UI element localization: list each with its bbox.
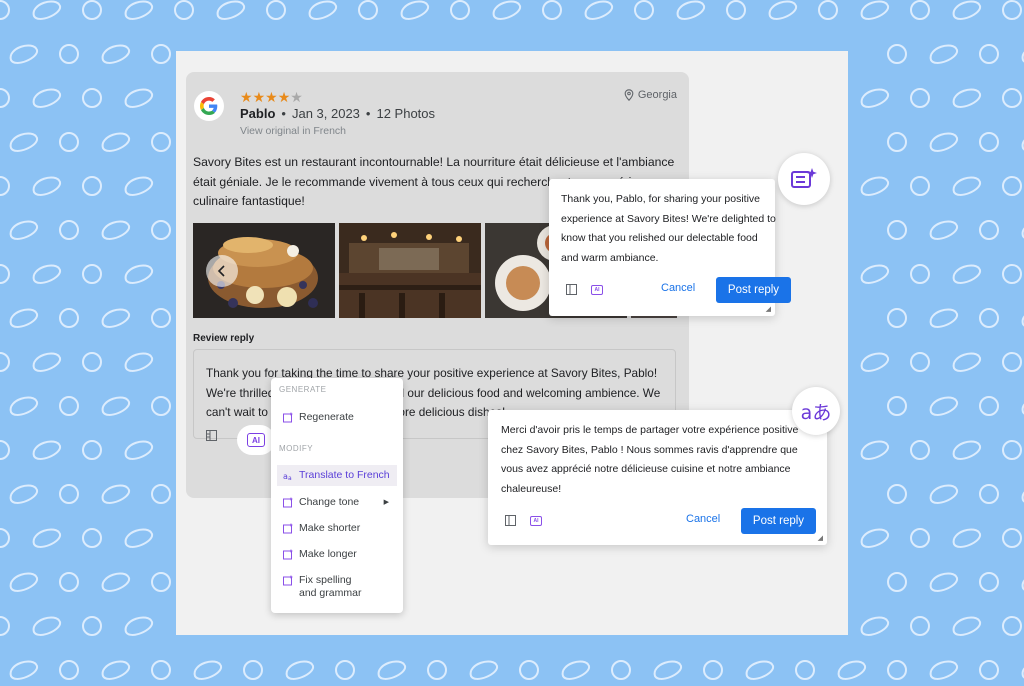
location-label: Georgia bbox=[637, 89, 677, 101]
sparkle-edit-icon bbox=[283, 497, 293, 508]
template-icon[interactable] bbox=[505, 515, 516, 526]
star-filled-icon: ★ bbox=[240, 89, 253, 105]
sparkle-edit-icon bbox=[791, 168, 817, 188]
translate-badge: aあ bbox=[792, 387, 840, 435]
star-filled-icon: ★ bbox=[252, 89, 266, 105]
view-original-link[interactable]: View original in French bbox=[240, 125, 346, 137]
ai-compose-badge bbox=[778, 153, 830, 205]
popup-toolbar: AI bbox=[505, 515, 542, 526]
ai-assist-button[interactable]: AI bbox=[237, 425, 275, 455]
menu-item-make-longer[interactable]: Make longer bbox=[277, 544, 397, 565]
menu-item-label: Regenerate bbox=[299, 411, 354, 423]
reviewer-name: Pablo bbox=[240, 106, 276, 121]
menu-item-change-tone[interactable]: Change tone ▶ bbox=[277, 492, 397, 513]
template-icon[interactable] bbox=[206, 430, 217, 441]
translate-icon: aa bbox=[283, 472, 292, 481]
canvas: ★★★★★ Pablo • Jan 3, 2023 • 12 Photos View o… bbox=[176, 51, 848, 635]
review-location: Georgia bbox=[624, 89, 677, 101]
menu-item-label: Translate to French bbox=[299, 469, 390, 481]
menu-item-label: Change tone bbox=[299, 496, 360, 508]
photo-restaurant-interior[interactable] bbox=[339, 223, 481, 318]
review-meta: Pablo • Jan 3, 2023 • 12 Photos bbox=[240, 106, 436, 121]
photos-count[interactable]: 12 Photos bbox=[376, 106, 435, 121]
star-filled-icon: ★ bbox=[265, 89, 278, 105]
svg-text:a: a bbox=[288, 475, 292, 481]
cancel-button[interactable]: Cancel bbox=[686, 513, 720, 525]
popup-reply-text: Thank you, Pablo, for sharing your posit… bbox=[561, 193, 776, 264]
carousel-prev-button[interactable] bbox=[206, 255, 238, 287]
sparkle-edit-icon bbox=[283, 523, 293, 534]
menu-item-fix-spelling[interactable]: Fix spelling and grammar bbox=[277, 570, 377, 604]
ai-icon[interactable]: AI bbox=[530, 515, 542, 526]
menu-section-modify: MODIFY bbox=[279, 444, 314, 453]
cancel-button[interactable]: Cancel bbox=[661, 282, 695, 294]
menu-item-regenerate[interactable]: Regenerate bbox=[277, 407, 397, 428]
reply-heading: Review reply bbox=[193, 333, 255, 344]
menu-item-label: Make longer bbox=[299, 548, 357, 560]
post-reply-button[interactable]: Post reply bbox=[741, 508, 816, 534]
resize-handle-icon[interactable]: ◢ bbox=[818, 534, 823, 542]
ai-reply-popup-english: Thank you, Pablo, for sharing your posit… bbox=[549, 179, 791, 316]
menu-item-label: Fix spelling and grammar bbox=[299, 574, 362, 599]
review-date: Jan 3, 2023 bbox=[291, 106, 360, 121]
menu-item-translate[interactable]: aa Translate to French bbox=[277, 465, 397, 486]
template-icon[interactable] bbox=[566, 284, 577, 295]
sparkle-edit-icon bbox=[283, 549, 293, 560]
star-rating: ★★★★★ bbox=[240, 89, 303, 106]
star-empty-icon: ★ bbox=[290, 89, 303, 105]
google-logo bbox=[194, 91, 224, 121]
popup-toolbar: AI bbox=[566, 284, 603, 295]
menu-item-make-shorter[interactable]: Make shorter bbox=[277, 518, 397, 539]
post-reply-button[interactable]: Post reply bbox=[716, 277, 791, 303]
chevron-left-icon bbox=[217, 265, 225, 277]
submenu-arrow-icon: ▶ bbox=[383, 499, 389, 506]
translate-icon: aあ bbox=[800, 401, 832, 424]
sparkle-edit-icon bbox=[283, 412, 293, 423]
menu-section-generate: GENERATE bbox=[279, 385, 327, 394]
location-pin-icon bbox=[624, 89, 634, 101]
popup-reply-text: Merci d'avoir pris le temps de partager … bbox=[501, 424, 799, 495]
ai-reply-popup-french: Merci d'avoir pris le temps de partager … bbox=[488, 410, 827, 545]
star-filled-icon: ★ bbox=[277, 89, 291, 105]
sparkle-edit-icon bbox=[283, 575, 293, 586]
resize-handle-icon[interactable]: ◢ bbox=[766, 305, 771, 313]
ai-menu: GENERATE Regenerate MODIFY aa Translate … bbox=[271, 378, 403, 613]
ai-icon[interactable]: AI bbox=[591, 284, 603, 295]
reply-toolbar bbox=[206, 430, 217, 441]
ai-icon: AI bbox=[247, 433, 265, 447]
menu-item-label: Make shorter bbox=[299, 522, 361, 534]
